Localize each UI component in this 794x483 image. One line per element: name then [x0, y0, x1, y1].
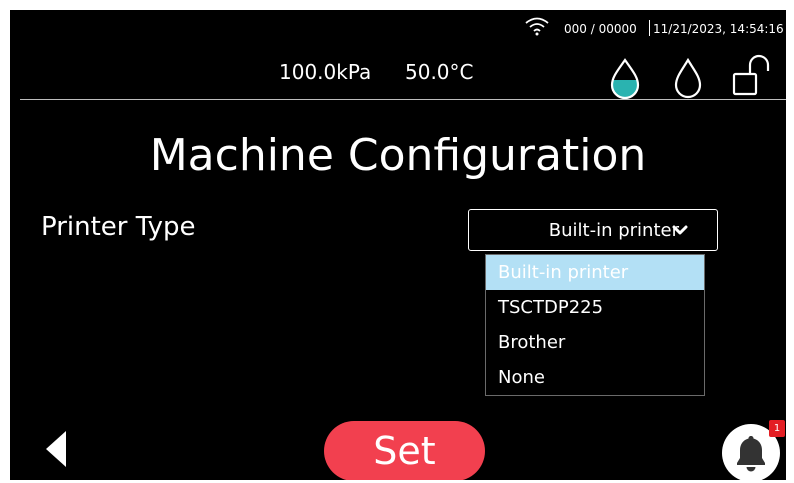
back-icon[interactable] [42, 429, 68, 469]
unlock-icon [732, 54, 770, 96]
wifi-icon [525, 17, 549, 36]
job-counter: 000 / 00000 [564, 22, 637, 36]
datetime-display: 11/21/2023, 14:54:16 [653, 22, 784, 36]
option-tsctdp225[interactable]: TSCTDP225 [486, 290, 704, 325]
printer-type-label: Printer Type [41, 212, 196, 242]
status-divider [649, 20, 650, 36]
option-built-in-printer[interactable]: Built-in printer [486, 255, 704, 290]
option-none[interactable]: None [486, 360, 704, 395]
drop-empty-icon [674, 57, 702, 99]
printer-type-options-list: Built-in printer TSCTDP225 Brother None [485, 254, 705, 396]
notification-count-badge: 1 [769, 420, 785, 437]
bell-icon [737, 436, 765, 472]
drop-filled-icon [610, 58, 640, 100]
temperature-readout: 50.0°C [405, 60, 474, 84]
set-button[interactable]: Set [324, 421, 485, 480]
printer-type-dropdown[interactable]: Built-in printer [468, 209, 718, 251]
machine-screen: 000 / 00000 11/21/2023, 14:54:16 100.0kP… [10, 10, 786, 480]
printer-type-selected-value: Built-in printer [548, 220, 679, 241]
page-title: Machine Configuration [149, 130, 647, 181]
option-brother[interactable]: Brother [486, 325, 704, 360]
pressure-readout: 100.0kPa [279, 60, 372, 84]
header-divider [20, 99, 786, 100]
chevron-down-icon [672, 225, 688, 235]
